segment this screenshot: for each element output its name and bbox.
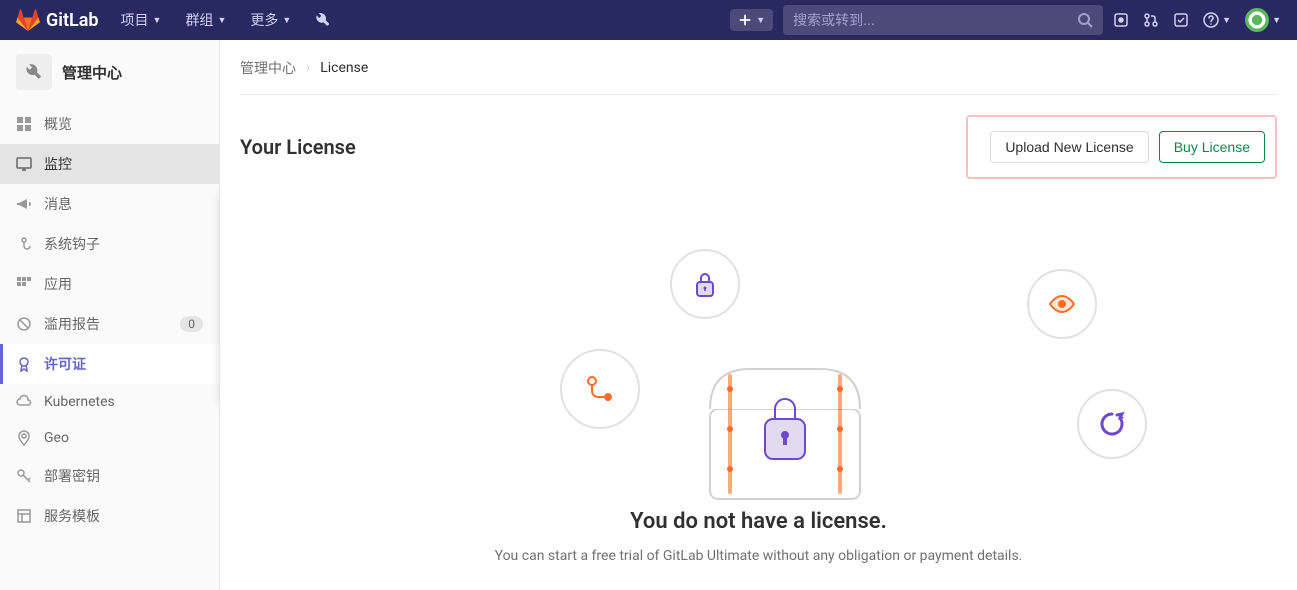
search-icon[interactable] [1077,12,1093,28]
buy-license-button[interactable]: Buy License [1159,131,1265,163]
nav-item-groups[interactable]: 群组▼ [175,4,236,36]
nav-right-icons: ▼ ▼ [1113,8,1281,32]
chevron-down-icon: ▼ [153,15,162,26]
todos-icon[interactable] [1173,12,1189,28]
empty-state: You do not have a license. You can start… [240,209,1277,590]
chest-icon [690,349,880,519]
page-title: Your License [240,135,356,159]
eye-icon [1027,269,1097,339]
hook-icon [16,236,32,252]
breadcrumb-root[interactable]: 管理中心 [240,58,296,78]
nav-menu: 项目▼ 群组▼ 更多▼ [111,4,302,36]
gitlab-logo-icon [16,8,40,32]
nav-item-more[interactable]: 更多▼ [240,4,301,36]
sidebar: 管理中心 概览 监控 消息 系统钩子 应用 滥用报告0 许可证 Kubernet… [0,40,220,590]
gitlab-logo-text: GitLab [46,10,99,31]
nav-item-projects[interactable]: 项目▼ [111,4,172,36]
empty-state-subtitle: You can start a free trial of GitLab Ult… [240,548,1277,564]
sidebar-item-kubernetes[interactable]: Kubernetes [0,384,219,420]
sidebar-item-applications[interactable]: 应用 [0,264,219,304]
template-icon [16,508,32,524]
license-icon [16,356,32,372]
sidebar-item-geo[interactable]: Geo [0,420,219,456]
apps-icon [16,276,32,292]
chevron-down-icon: ▼ [756,15,765,26]
branch-icon [560,349,640,429]
sidebar-item-monitoring[interactable]: 监控 [0,144,219,184]
sidebar-item-abuse[interactable]: 滥用报告0 [0,304,219,344]
merge-requests-icon[interactable] [1143,12,1159,28]
key-icon [16,468,32,484]
license-actions-highlight: Upload New License Buy License [966,115,1277,179]
chevron-down-icon: ▼ [1272,15,1281,26]
issues-icon[interactable] [1113,12,1129,28]
sidebar-item-messages[interactable]: 消息 [0,184,219,224]
plus-icon [738,13,752,27]
user-menu[interactable]: ▼ [1245,8,1281,32]
breadcrumb-current: License [320,60,368,76]
admin-header-icon [16,54,52,90]
slash-icon [16,316,32,332]
breadcrumb-separator: › [306,60,310,76]
admin-wrench-icon[interactable] [307,6,339,34]
new-dropdown[interactable]: ▼ [730,9,773,31]
sidebar-item-overview[interactable]: 概览 [0,104,219,144]
bullhorn-icon [16,196,32,212]
upload-license-button[interactable]: Upload New License [990,131,1148,163]
lock-icon [670,249,740,319]
location-icon [16,430,32,446]
search-box [783,5,1103,35]
chevron-down-icon: ▼ [217,15,226,26]
gitlab-logo[interactable]: GitLab [16,8,99,32]
sidebar-item-templates[interactable]: 服务模板 [0,496,219,536]
avatar [1245,8,1269,32]
top-navbar: GitLab 项目▼ 群组▼ 更多▼ ▼ ▼ ▼ [0,0,1297,40]
sidebar-item-license[interactable]: 许可证 [0,344,219,384]
sidebar-item-hooks[interactable]: 系统钩子 [0,224,219,264]
breadcrumb: 管理中心 › License [240,52,1277,95]
help-icon[interactable]: ▼ [1203,12,1231,28]
license-illustration [240,239,1277,479]
chevron-down-icon: ▼ [1222,15,1231,26]
main-content: 管理中心 › License Your License Upload New L… [220,40,1297,590]
chevron-down-icon: ▼ [282,15,291,26]
search-input[interactable] [793,12,1077,28]
sidebar-item-deploy-keys[interactable]: 部署密钥 [0,456,219,496]
monitor-icon [16,156,32,172]
cloud-icon [16,394,32,410]
refresh-icon [1077,389,1147,459]
abuse-badge: 0 [180,316,203,332]
overview-icon [16,116,32,132]
sidebar-header[interactable]: 管理中心 [0,40,219,104]
page-header: Your License Upload New License Buy Lice… [240,115,1277,179]
